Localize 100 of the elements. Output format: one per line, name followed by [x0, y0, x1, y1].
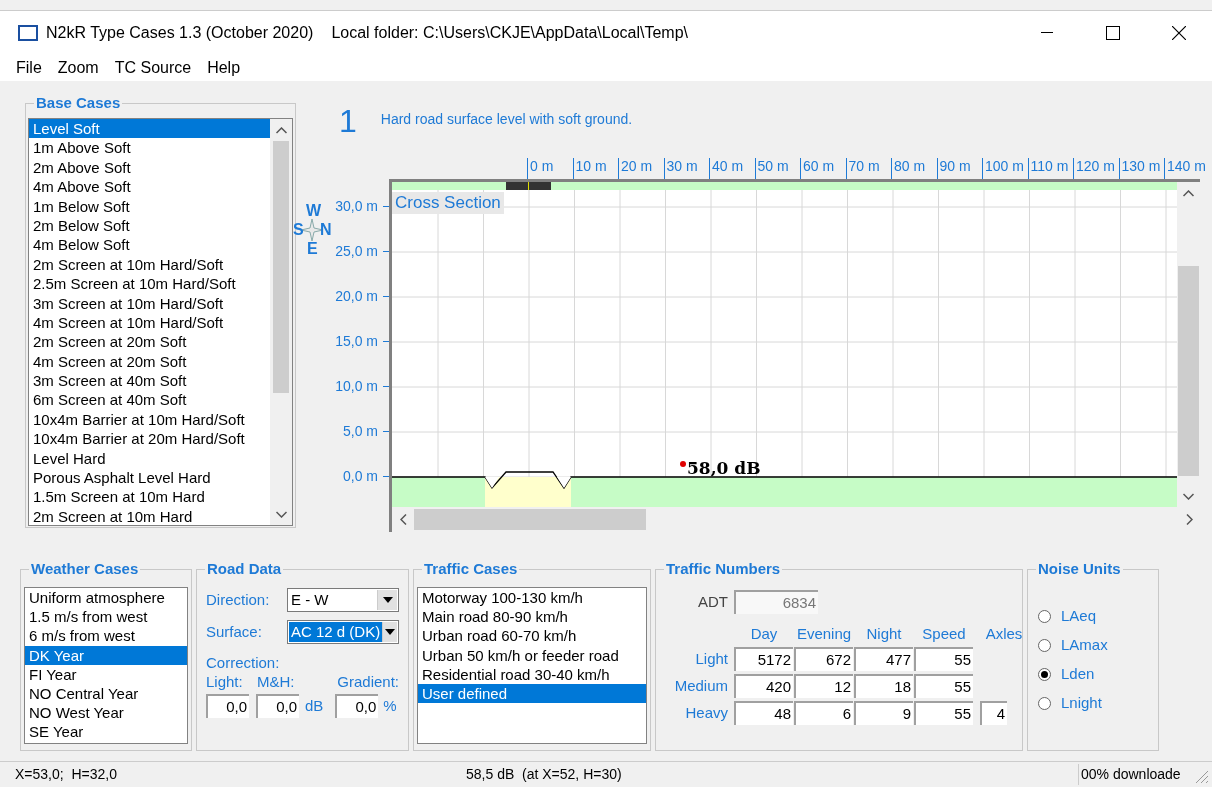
field-label: Light: [206, 672, 244, 692]
ruler-label: 80 m [891, 158, 937, 179]
ruler-label: 10 m [572, 158, 618, 179]
ruler-label: 50 m [754, 158, 800, 179]
ruler-label: 120 m [1073, 158, 1119, 179]
scrollbar[interactable] [270, 119, 292, 525]
list-item[interactable]: 1.5 m/s from west [25, 607, 187, 627]
menu-item[interactable]: Zoom [49, 56, 107, 80]
app-icon [18, 25, 38, 41]
chevron-right-icon [1185, 514, 1193, 525]
list-item[interactable]: 4m Below Soft [29, 235, 270, 255]
chevron-down-icon [275, 510, 287, 518]
menu-item[interactable]: TC Source [106, 56, 200, 80]
list-item[interactable]: 2m Screen at 20m Soft [29, 332, 270, 352]
number-field[interactable]: 420 [734, 674, 793, 698]
axis-label: 10,0 m [335, 377, 378, 396]
list-item[interactable]: Urban 50 km/h or feeder road [418, 645, 646, 665]
list-item[interactable]: 4m Screen at 20m Soft [29, 351, 270, 372]
number-field[interactable]: 4 [980, 701, 1007, 725]
list-item[interactable]: Residential road 30-40 km/h [418, 664, 646, 684]
list-item[interactable]: 6m Screen at 40m Soft [29, 390, 270, 410]
ruler-label: 30 m [663, 158, 709, 179]
list-item[interactable]: DK Year [25, 645, 187, 665]
list-item[interactable]: User defined [418, 683, 646, 704]
list-item[interactable]: NO West Year [25, 703, 187, 723]
number-field[interactable]: 6 [794, 701, 853, 725]
row-label: Medium [673, 675, 729, 696]
list-item[interactable]: 1m Above Soft [29, 138, 270, 158]
menu-item[interactable]: Help [199, 56, 249, 80]
field-label: ADT [697, 591, 729, 612]
close-icon [1172, 26, 1186, 40]
number-field[interactable]: 18 [854, 674, 913, 698]
column-header: Evening [795, 624, 853, 644]
axis-label: 5,0 m [343, 422, 378, 441]
list-item[interactable]: 2m Screen at 10m Hard [29, 506, 270, 525]
maximize-icon [1106, 26, 1120, 40]
field-label: Surface: [206, 621, 262, 642]
list-item[interactable]: Level Soft [29, 119, 270, 139]
number-field[interactable]: 0,0 [256, 694, 299, 718]
list-item[interactable]: Motorway 100-130 km/h [418, 588, 646, 608]
list-item[interactable]: 2.5m Screen at 10m Hard/Soft [29, 274, 270, 294]
list-item[interactable]: Main road 80-90 km/h [418, 607, 646, 627]
radio-option[interactable]: Lnight [1038, 689, 1158, 718]
list-item[interactable]: 3m Screen at 40m Soft [29, 371, 270, 391]
list-item[interactable]: Porous Asphalt Level Hard [29, 468, 270, 488]
status-text: X=53,0; H=32,0 [15, 765, 118, 784]
column-header: Night [865, 624, 903, 644]
number-field[interactable]: 12 [794, 674, 853, 698]
radio-option[interactable]: LAmax [1038, 631, 1158, 660]
radio-option[interactable]: LAeq [1038, 602, 1158, 631]
folder-path: Local folder: C:\Users\CKJE\AppData\Local\Temp\ [331, 23, 688, 43]
number-field[interactable]: 55 [914, 674, 973, 698]
list-item[interactable]: 3m Screen at 10m Hard/Soft [29, 293, 270, 313]
list-item[interactable]: 4m Above Soft [29, 177, 270, 197]
list-item[interactable]: 10x4m Barrier at 10m Hard/Soft [29, 409, 270, 430]
list-item[interactable]: 4m Screen at 10m Hard/Soft [29, 312, 270, 333]
adt-field[interactable]: 6834 [734, 590, 818, 614]
ruler-label: 60 m [800, 158, 846, 179]
menu-item[interactable]: File [8, 56, 50, 80]
number-field[interactable]: 55 [914, 701, 973, 725]
ruler-label: 90 m [936, 158, 982, 179]
row-label: Light [694, 648, 729, 669]
ruler-label: 0 m [527, 158, 573, 179]
number-field[interactable]: 48 [734, 701, 793, 725]
list-item[interactable]: 1m Below Soft [29, 196, 270, 216]
radio-option[interactable]: Lden [1038, 660, 1158, 689]
chevron-up-icon [1183, 189, 1194, 197]
case-number: 1 [339, 102, 357, 141]
number-field[interactable]: 55 [914, 647, 973, 671]
number-field[interactable]: 9 [854, 701, 913, 725]
list-item[interactable]: 1.5m Screen at 10m Hard [29, 487, 270, 507]
list-item[interactable]: 10x4m Barrier at 20m Hard/Soft [29, 429, 270, 449]
axis-label: 25,0 m [335, 242, 378, 261]
number-field[interactable]: 477 [854, 647, 913, 671]
receiver-level: 58,0 dB [687, 459, 761, 477]
number-field[interactable]: 5172 [734, 647, 793, 671]
list-item[interactable]: Uniform atmosphere [25, 588, 187, 608]
dropdown[interactable]: AC 12 d (DK) [287, 620, 399, 644]
ruler-label: 130 m [1118, 158, 1164, 179]
list-item[interactable]: Level Hard [29, 448, 270, 469]
list-item[interactable]: NO Central Year [25, 683, 187, 704]
list-item[interactable]: 6 m/s from west [25, 626, 187, 646]
caret-icon [382, 622, 397, 642]
number-field[interactable]: 0,0 [335, 694, 379, 718]
list-item[interactable]: 2m Screen at 10m Hard/Soft [29, 254, 270, 275]
list-item[interactable]: 2m Above Soft [29, 157, 270, 178]
window-title: N2kR Type Cases 1.3 (October 2020) [46, 23, 314, 43]
view-title: Cross Section [392, 192, 504, 214]
minimize-icon [1041, 32, 1053, 34]
ruler-label: 110 m [1027, 158, 1073, 179]
list-item[interactable]: Urban road 60-70 km/h [418, 626, 646, 646]
list-item[interactable]: 2m Below Soft [29, 215, 270, 236]
list-item[interactable]: SE Year [25, 722, 187, 742]
unit-label: dB [305, 695, 324, 716]
list-item[interactable]: FI Year [25, 664, 187, 684]
unit-label: % [383, 695, 397, 716]
number-field[interactable]: 672 [794, 647, 853, 671]
dropdown[interactable]: E - W [287, 588, 399, 612]
column-header: Speed [921, 624, 967, 644]
number-field[interactable]: 0,0 [206, 694, 249, 718]
